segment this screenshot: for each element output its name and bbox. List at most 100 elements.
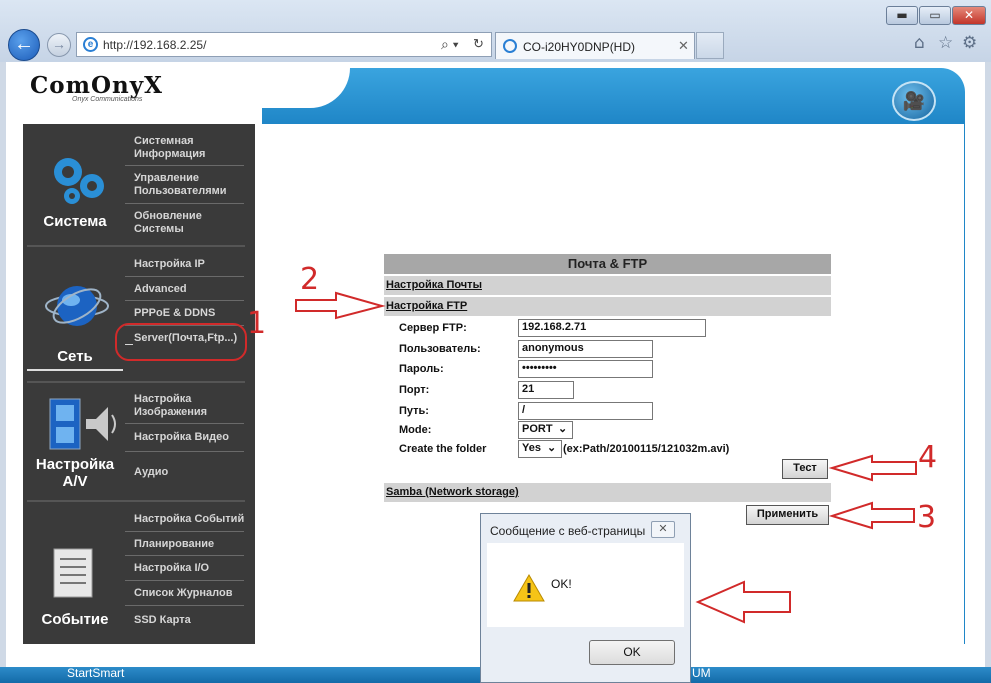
dialog-ok-button[interactable]: OK bbox=[589, 640, 675, 665]
samba-link[interactable]: Samba (Network storage) bbox=[386, 486, 519, 498]
menu-divider bbox=[125, 555, 244, 556]
sidebar-item-user-management[interactable]: Управление Пользователями bbox=[134, 172, 244, 198]
browser-chrome: ▬ ▭ ✕ ← → e http://192.168.2.25/ ⌕ ▾ ↻ C… bbox=[0, 0, 991, 62]
create-folder-hint: (ex:Path/20100115/121032m.avi) bbox=[563, 443, 730, 455]
chevron-down-icon: ⌄ bbox=[558, 423, 568, 435]
create-folder-label: Create the folder bbox=[399, 443, 487, 455]
menu-divider bbox=[125, 203, 244, 204]
apply-button[interactable]: Применить bbox=[746, 505, 829, 525]
chevron-down-icon: ⌄ bbox=[547, 442, 557, 454]
sidebar-item-advanced[interactable]: Advanced bbox=[134, 283, 244, 296]
sidebar-item-video-settings[interactable]: Настройка Видео bbox=[134, 431, 244, 444]
mail-settings-link[interactable]: Настройка Почты bbox=[386, 279, 482, 291]
header-curve bbox=[150, 68, 350, 108]
menu-divider bbox=[125, 451, 244, 452]
ftp-server-input[interactable]: 192.168.2.71 bbox=[518, 319, 706, 337]
dialog-title: Сообщение с веб-страницы bbox=[490, 524, 646, 538]
address-url[interactable]: http://192.168.2.25/ bbox=[103, 38, 206, 52]
ftp-settings-row: Настройка FTP bbox=[384, 297, 831, 316]
ftp-mode-label: Mode: bbox=[399, 424, 432, 436]
new-tab-button[interactable] bbox=[696, 32, 724, 59]
annotation-number-3: 3 bbox=[917, 500, 937, 535]
sidebar-item-firmware-update[interactable]: Обновление Системы bbox=[134, 210, 244, 236]
section-network[interactable]: Сеть bbox=[27, 348, 123, 365]
test-button[interactable]: Тест bbox=[782, 459, 828, 479]
address-bar[interactable]: e http://192.168.2.25/ ⌕ ▾ ↻ bbox=[76, 32, 492, 57]
menu-divider bbox=[125, 165, 244, 166]
message-dialog: Сообщение с веб-страницы ✕ OK! OK bbox=[480, 513, 691, 683]
sidebar-item-ip-settings[interactable]: Настройка IP bbox=[134, 258, 244, 271]
ftp-password-label: Пароль: bbox=[399, 363, 444, 375]
logo: ComOnyX bbox=[30, 72, 163, 99]
sidebar-item-sd-card[interactable]: SSD Карта bbox=[134, 614, 244, 627]
taskbar-left-text[interactable]: StartSmart bbox=[67, 666, 124, 680]
mail-settings-row: Настройка Почты bbox=[384, 276, 831, 295]
menu-divider bbox=[125, 276, 244, 277]
forward-arrow-icon[interactable]: → bbox=[47, 33, 71, 57]
menu-divider bbox=[125, 605, 244, 606]
ie-tab-icon bbox=[503, 39, 517, 53]
close-window-button[interactable]: ✕ bbox=[952, 6, 986, 25]
ftp-settings-link[interactable]: Настройка FTP bbox=[386, 300, 467, 312]
home-icon[interactable]: ⌂ bbox=[914, 33, 925, 53]
gears-icon bbox=[54, 158, 104, 204]
ftp-mode-select[interactable]: PORT ⌄ bbox=[518, 421, 573, 439]
tab-camera[interactable]: CO-i20HY0DNP(HD) ✕ bbox=[495, 32, 695, 59]
taskbar-right-text[interactable]: UM bbox=[692, 666, 711, 680]
annotation-circle bbox=[115, 323, 247, 361]
samba-row: Samba (Network storage) bbox=[384, 483, 831, 502]
annotation-number-2: 2 bbox=[300, 262, 320, 297]
gear-icon[interactable]: ⚙ bbox=[962, 33, 977, 53]
warning-icon bbox=[513, 574, 545, 602]
globe-network-icon bbox=[45, 286, 109, 326]
create-folder-select[interactable]: Yes ⌄ bbox=[518, 440, 562, 458]
sidebar-item-event-settings[interactable]: Настройка Событий bbox=[134, 513, 246, 526]
sidebar-item-io-settings[interactable]: Настройка I/O bbox=[134, 562, 244, 575]
tab-title: CO-i20HY0DNP(HD) bbox=[523, 40, 636, 54]
ftp-password-input[interactable]: ••••••••• bbox=[518, 360, 653, 378]
ftp-mode-value: PORT bbox=[522, 423, 553, 435]
logo-subtitle: Onyx Communications bbox=[72, 96, 143, 103]
refresh-icon[interactable]: ↻ bbox=[473, 36, 484, 52]
menu-divider bbox=[125, 531, 244, 532]
section-divider bbox=[27, 245, 245, 247]
annotation-number-1: 1 bbox=[247, 306, 267, 341]
ftp-path-input[interactable]: / bbox=[518, 402, 653, 420]
dialog-close-icon[interactable]: ✕ bbox=[651, 521, 675, 538]
star-icon[interactable]: ☆ bbox=[938, 33, 953, 53]
sidebar-item-system-info[interactable]: Системная Информация bbox=[134, 135, 244, 161]
minimize-button[interactable]: ▬ bbox=[886, 6, 918, 25]
section-av-settings[interactable]: Настройка A/V bbox=[27, 456, 123, 490]
create-folder-value: Yes bbox=[522, 442, 541, 454]
panel-title: Почта & FTP bbox=[384, 254, 831, 274]
search-icon[interactable]: ⌕ ▾ bbox=[441, 36, 459, 53]
ftp-path-label: Путь: bbox=[399, 405, 429, 417]
sidebar-item-audio[interactable]: Аудио bbox=[134, 466, 244, 479]
annotation-number-4: 4 bbox=[918, 440, 938, 475]
ftp-user-input[interactable]: anonymous bbox=[518, 340, 653, 358]
sidebar-item-image-settings[interactable]: Настройка Изображения bbox=[134, 393, 244, 419]
ftp-port-label: Порт: bbox=[399, 384, 430, 396]
back-arrow-icon[interactable]: ← bbox=[8, 29, 40, 61]
dialog-message: OK! bbox=[551, 577, 572, 591]
ftp-user-label: Пользователь: bbox=[399, 343, 481, 355]
sidebar-item-log-list[interactable]: Список Журналов bbox=[134, 587, 244, 600]
menu-divider bbox=[125, 300, 244, 301]
menu-divider bbox=[125, 423, 244, 424]
section-event[interactable]: Событие bbox=[27, 611, 123, 628]
sidebar-item-pppoe-ddns[interactable]: PPPoE & DDNS bbox=[134, 307, 244, 320]
tab-close-icon[interactable]: ✕ bbox=[678, 38, 689, 54]
ftp-server-label: Сервер FTP: bbox=[399, 322, 467, 334]
video-camera-icon[interactable]: 🎥 bbox=[892, 81, 936, 121]
sidebar-item-schedule[interactable]: Планирование bbox=[134, 538, 244, 551]
ftp-port-input[interactable]: 21 bbox=[518, 381, 574, 399]
dialog-body: OK! bbox=[487, 543, 684, 627]
section-divider bbox=[27, 500, 245, 502]
maximize-button[interactable]: ▭ bbox=[919, 6, 951, 25]
section-system[interactable]: Система bbox=[27, 213, 123, 230]
active-section-underline bbox=[27, 369, 123, 371]
film-speaker-icon bbox=[49, 398, 116, 450]
section-divider bbox=[27, 381, 245, 383]
event-document-icon bbox=[53, 548, 93, 598]
ie-page-icon: e bbox=[83, 37, 98, 52]
